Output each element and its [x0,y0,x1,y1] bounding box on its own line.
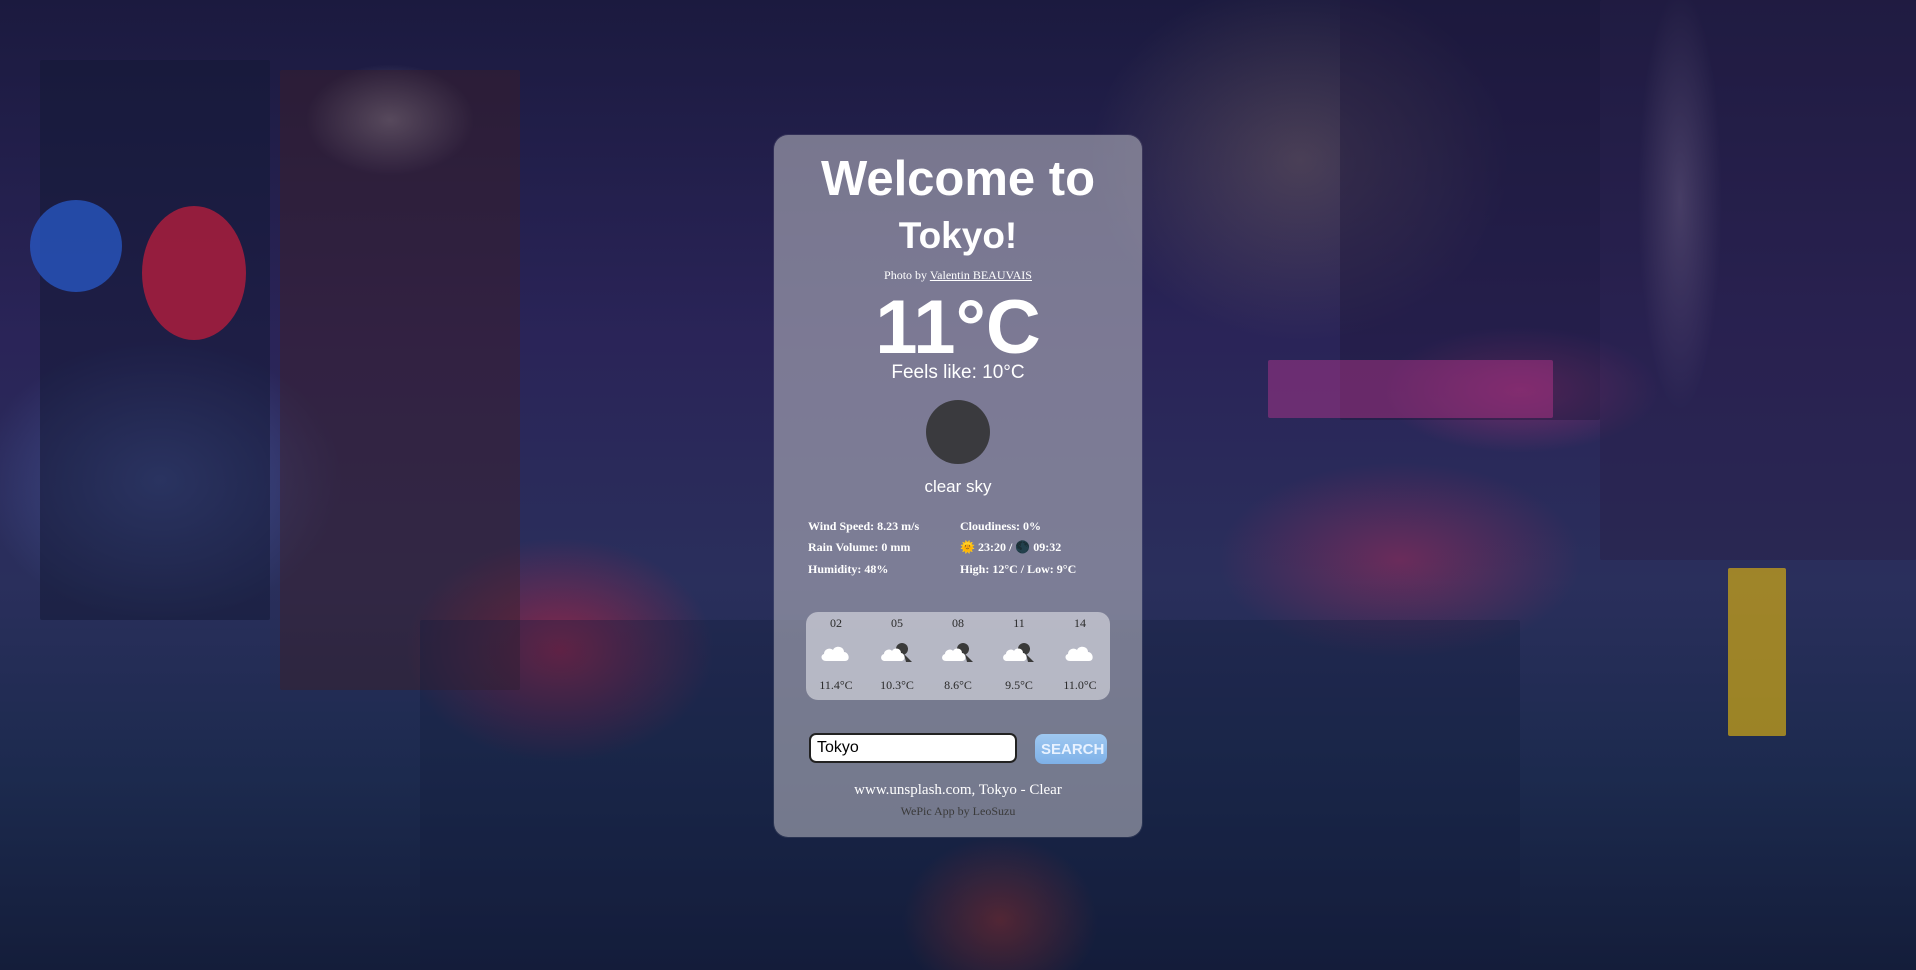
photo-credit: Photo by Valentin BEAUVAIS [774,268,1142,283]
search-button[interactable]: SEARCH [1035,734,1107,764]
forecast-item: 14 11.0°C [1050,612,1110,700]
sign-blue [30,200,122,292]
cloud-moon-icon [1003,643,1034,662]
building-left [40,60,270,620]
building-right-2 [1600,0,1916,560]
feels-like: Feels like: 10°C [891,362,1025,383]
building-right [1340,0,1600,420]
cloudiness: Cloudiness: 0% [960,519,1042,533]
welcome-title: Welcome to [820,152,1096,206]
weather-card: Welcome to Tokyo! Photo by Valentin BEAU… [774,135,1142,837]
high-low: High: 12°C / Low: 9°C [960,562,1077,576]
cloud-moon-icon [881,643,912,662]
sun-times: 🌞 23:20 / 🌑 09:32 [960,540,1062,554]
current-temperature: 11°C [875,285,1041,370]
cloud-icon [821,646,849,661]
cloud-moon-icon [942,643,973,662]
humidity: Humidity: 48% [808,562,889,576]
forecast-temp: 8.6°C [944,678,972,692]
forecast-item: 11 9.5°C [989,612,1049,700]
photographer-link[interactable]: Valentin BEAUVAIS [930,268,1032,282]
forecast-temp: 11.4°C [819,678,853,692]
forecast-hour: 11 [1013,616,1025,630]
forecast-temp: 10.3°C [880,678,914,692]
forecast-hour: 02 [830,616,842,630]
search-input[interactable] [809,733,1017,763]
forecast-hour: 05 [891,616,903,630]
forecast-hour: 08 [952,616,964,630]
weather-description: clear sky [924,477,992,496]
forecast-item: 05 10.3°C [867,612,927,700]
traffic-light [1728,568,1786,736]
forecast-item: 02 11.4°C [806,612,866,700]
forecast-temp: 9.5°C [1005,678,1033,692]
rain-volume: Rain Volume: 0 mm [808,540,911,554]
forecast-temp: 11.0°C [1063,678,1097,692]
cloud-icon [1065,646,1093,661]
hourly-forecast: 02 11.4°C 05 10.3°C 08 8.6°C 11 9.5°C 14… [806,612,1110,700]
app-credit: WePic App by LeoSuzu [900,804,1016,818]
photo-source: www.unsplash.com, Tokyo - Clear [854,782,1062,798]
sign-red [142,206,246,340]
sign-neon [1268,360,1553,418]
photo-credit-prefix: Photo by [884,268,928,282]
city-title: Tokyo! [898,215,1018,256]
forecast-hour: 14 [1074,616,1086,630]
clear-night-icon [926,400,990,464]
forecast-item: 08 8.6°C [928,612,988,700]
wind-speed: Wind Speed: 8.23 m/s [808,519,920,533]
building-left-2 [280,70,520,690]
